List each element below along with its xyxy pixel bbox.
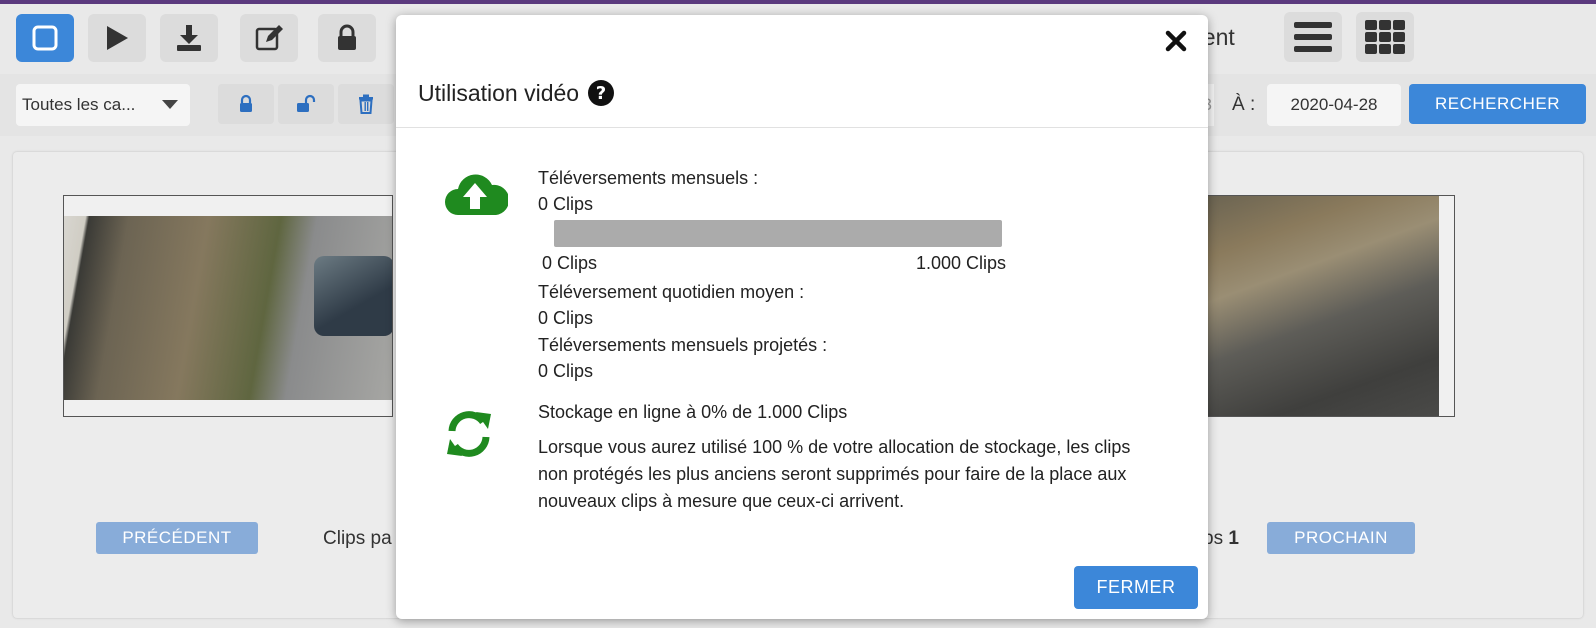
projected-value: 0 Clips [538, 361, 594, 381]
monthly-uploads-label: Téléversements mensuels : [538, 168, 759, 188]
video-usage-modal: Utilisation vidéo ? Téléversements mensu… [396, 15, 1208, 619]
play-icon [107, 26, 128, 50]
modal-header: Utilisation vidéo ? [396, 15, 1208, 128]
avg-daily-label: Téléversement quotidien moyen : [538, 282, 805, 302]
clip-thumbnail[interactable] [63, 195, 393, 417]
cloud-upload-icon [444, 169, 510, 222]
download-button[interactable] [160, 14, 218, 62]
chevron-down-icon [162, 100, 178, 109]
clips-per-page-label: Clips pa [323, 528, 392, 549]
select-icon [32, 25, 58, 51]
search-button[interactable]: RECHERCHER [1409, 84, 1586, 124]
play-button[interactable] [88, 14, 146, 62]
edit-icon [255, 25, 283, 51]
help-icon[interactable]: ? [587, 79, 615, 107]
progress-min-label: 0 Clips [542, 253, 598, 273]
modal-title: Utilisation vidéo ? [418, 79, 615, 107]
download-icon [177, 25, 201, 51]
camera-select[interactable]: Toutes les ca... [16, 84, 190, 126]
lock-icon [240, 94, 252, 112]
lock-clips-button[interactable] [218, 84, 274, 124]
trash-icon [359, 94, 373, 114]
storage-line: Stockage en ligne à 0% de 1.000 Clips [538, 402, 848, 422]
unlock-icon [297, 94, 316, 112]
list-menu-icon [1294, 22, 1332, 52]
unlock-clips-button[interactable] [278, 84, 334, 124]
grid-menu-button[interactable] [1356, 12, 1414, 62]
close-button[interactable]: FERMER [1074, 566, 1198, 609]
grid-menu-icon [1365, 20, 1405, 54]
sync-icon [444, 409, 494, 464]
date-to-label: À : [1232, 94, 1256, 115]
previous-button[interactable]: PRÉCÉDENT [96, 522, 258, 554]
delete-clips-button[interactable] [338, 84, 394, 124]
monthly-uploads-value: 0 Clips [538, 194, 594, 214]
lock-button[interactable] [318, 14, 376, 62]
clips-count: ps 1 [1203, 528, 1239, 550]
clip-image [1206, 196, 1439, 416]
edit-button[interactable] [240, 14, 298, 62]
list-menu-button[interactable] [1284, 12, 1342, 62]
close-icon[interactable] [1164, 29, 1188, 53]
date-to-input[interactable]: 2020-04-28 [1267, 84, 1401, 126]
progress-max-label: 1.000 Clips [916, 253, 1007, 273]
clips-count-value: 1 [1228, 528, 1239, 549]
usage-progress-bar [554, 220, 1002, 247]
select-button[interactable] [16, 14, 74, 62]
camera-select-value: Toutes les ca... [22, 95, 136, 114]
next-button[interactable]: PROCHAIN [1267, 522, 1415, 554]
svg-text:?: ? [596, 83, 606, 104]
avg-daily-value: 0 Clips [538, 308, 594, 328]
clip-thumbnail[interactable] [1205, 195, 1455, 417]
storage-info: Lorsque vous aurez utilisé 100 % de votr… [538, 437, 1131, 511]
modal-title-text: Utilisation vidéo [418, 79, 580, 106]
clip-image [64, 216, 392, 400]
lock-icon [338, 24, 356, 50]
projected-label: Téléversements mensuels projetés : [538, 335, 828, 355]
